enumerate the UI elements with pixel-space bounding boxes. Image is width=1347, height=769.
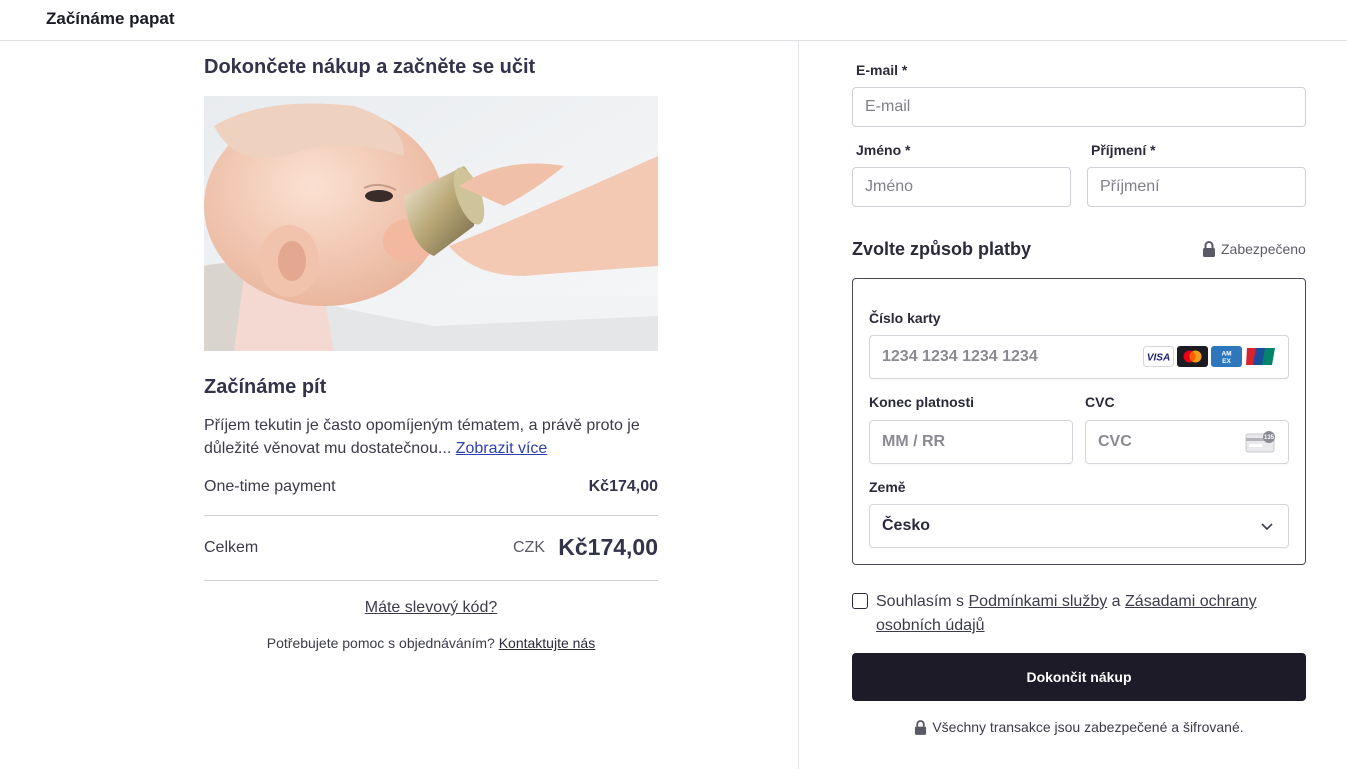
country-label: Země: [869, 479, 906, 495]
country-value: Česko: [882, 517, 931, 534]
course-image: [204, 96, 658, 351]
expiry-field[interactable]: MM / RR: [869, 420, 1073, 464]
footer-secure-text: Všechny transakce jsou zabezpečené a šif…: [932, 719, 1244, 735]
card-brands: VISA AM EX: [1143, 346, 1276, 367]
show-more-link[interactable]: Zobrazit více: [456, 440, 548, 457]
terms-link[interactable]: Podmínkami služby: [969, 593, 1108, 610]
cvc-label: CVC: [1085, 394, 1115, 410]
country-select[interactable]: Česko: [869, 504, 1289, 548]
discount-code-link[interactable]: Máte slevový kód?: [365, 599, 498, 616]
cvc-card-icon: 135: [1245, 431, 1275, 453]
cvc-badge-text: 135: [1264, 435, 1275, 441]
total-amount: Kč174,00: [558, 534, 658, 560]
unionpay-icon: [1245, 346, 1276, 367]
complete-purchase-button[interactable]: Dokončit nákup: [852, 653, 1306, 701]
svg-text:AM: AM: [1221, 351, 1231, 358]
help-text: Potřebujete pomoc s objednáváním?: [266, 635, 495, 651]
cvc-field[interactable]: CVC 135: [1085, 420, 1289, 464]
divider: [204, 580, 658, 581]
svg-text:EX: EX: [1222, 358, 1231, 365]
total-row: Celkem CZK Kč174,00: [204, 534, 658, 564]
consent-checkbox[interactable]: [852, 593, 868, 609]
payment-method-title: Zvolte způsob platby: [852, 239, 1032, 259]
card-number-label: Číslo karty: [869, 310, 941, 326]
card-number-placeholder: 1234 1234 1234 1234: [882, 348, 1038, 365]
column-divider: [798, 41, 799, 769]
course-title: Začínáme pít: [204, 376, 327, 398]
top-bar: Začínáme papat: [0, 0, 1347, 41]
expiry-placeholder: MM / RR: [882, 433, 946, 450]
contact-link[interactable]: Kontaktujte nás: [499, 635, 596, 651]
last-name-label: Příjmení *: [1091, 142, 1156, 158]
last-name-placeholder: Příjmení: [1100, 178, 1160, 195]
visa-icon: VISA: [1143, 346, 1174, 367]
consent-prefix: Souhlasím s: [876, 593, 965, 610]
payment-amount: Kč174,00: [588, 478, 658, 495]
first-name-field[interactable]: Jméno: [852, 167, 1071, 207]
course-description-text: Příjem tekutin je často opomíjeným témat…: [204, 417, 640, 457]
first-name-label: Jméno *: [856, 142, 911, 158]
secure-indicator: Zabezpečeno: [1202, 241, 1306, 257]
divider: [204, 515, 658, 516]
email-placeholder: E-mail: [865, 98, 911, 115]
payment-label: One-time payment: [204, 478, 336, 495]
chevron-down-icon: [1261, 523, 1273, 531]
amex-icon: AM EX: [1211, 346, 1242, 367]
card-number-field[interactable]: 1234 1234 1234 1234 VISA AM EX: [869, 335, 1289, 379]
lock-icon: [1203, 241, 1215, 257]
secure-label: Zabezpečeno: [1221, 241, 1306, 257]
payment-box: Číslo karty 1234 1234 1234 1234 VISA AM …: [852, 278, 1306, 565]
checkout-heading: Dokončete nákup a začněte se učit: [204, 56, 536, 78]
discount-row: Máte slevový kód?: [204, 599, 658, 617]
brand-title[interactable]: Začínáme papat: [46, 9, 175, 29]
expiry-label: Konec platnosti: [869, 394, 975, 410]
total-label: Celkem: [204, 539, 259, 556]
email-label: E-mail *: [856, 62, 908, 78]
help-row: Potřebujete pomoc s objednáváním? Kontak…: [204, 635, 658, 651]
footer-secure-note: Všechny transakce jsou zabezpečené a šif…: [852, 719, 1306, 735]
payment-row: One-time payment Kč174,00: [204, 478, 658, 500]
last-name-field[interactable]: Příjmení: [1087, 167, 1306, 207]
lock-icon: [915, 719, 927, 735]
first-name-placeholder: Jméno: [865, 178, 914, 195]
cvc-placeholder: CVC: [1098, 433, 1132, 450]
email-field[interactable]: E-mail: [852, 87, 1306, 127]
course-description: Příjem tekutin je často opomíjeným témat…: [204, 414, 658, 460]
svg-text:VISA: VISA: [1147, 353, 1170, 364]
total-currency: CZK: [513, 539, 545, 556]
consent-text: Souhlasím s Podmínkami služby a Zásadami…: [876, 590, 1286, 638]
consent-and: a: [1111, 593, 1121, 610]
mastercard-icon: [1177, 346, 1208, 367]
